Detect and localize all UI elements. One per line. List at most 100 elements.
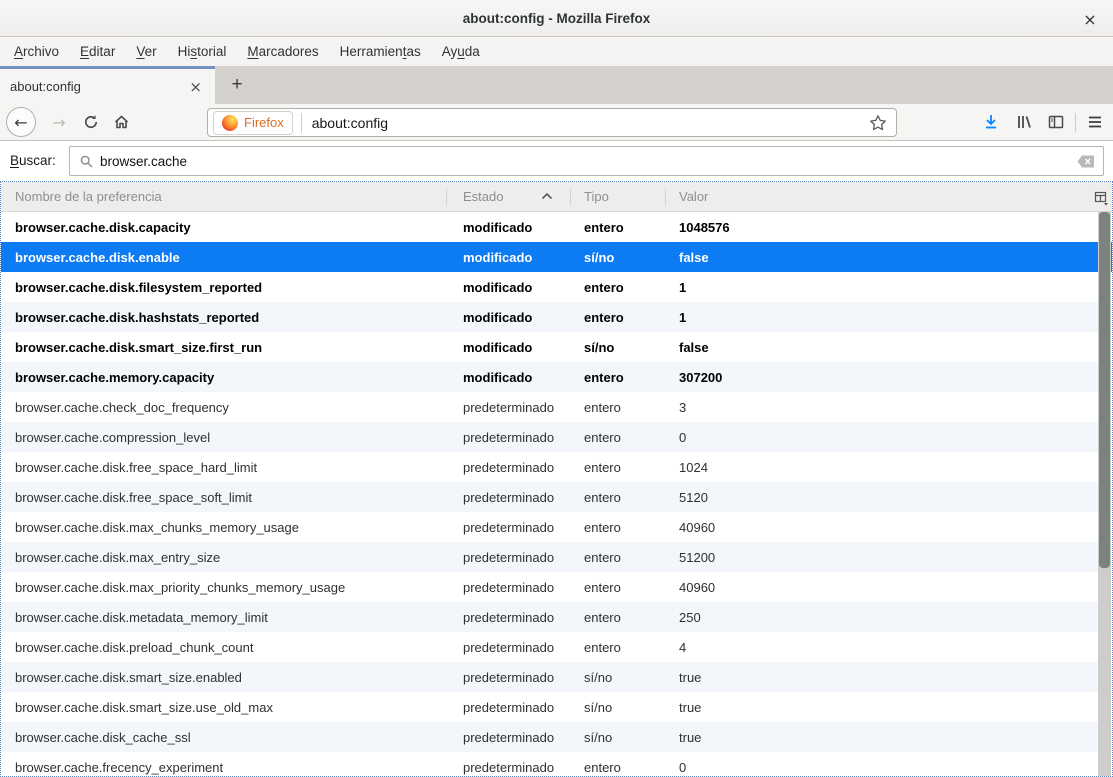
new-tab-button[interactable]: + <box>220 66 254 104</box>
pref-type: sí/no <box>570 340 665 355</box>
pref-row[interactable]: browser.cache.disk.capacity modificado e… <box>1 212 1112 242</box>
pref-row[interactable]: browser.cache.disk.filesystem_reported m… <box>1 272 1112 302</box>
pref-row[interactable]: browser.cache.disk.max_entry_size predet… <box>1 542 1112 572</box>
pref-value: 4 <box>665 640 1112 655</box>
pref-row[interactable]: browser.cache.disk.smart_size.first_run … <box>1 332 1112 362</box>
search-input[interactable] <box>100 154 1077 169</box>
pref-type: sí/no <box>570 700 665 715</box>
menu-historial[interactable]: Historial <box>178 44 227 59</box>
pref-value: 1 <box>665 280 1112 295</box>
pref-status: predeterminado <box>446 730 570 745</box>
back-icon: ← <box>14 113 27 132</box>
url-bar[interactable]: Firefox about:config <box>207 108 897 137</box>
pref-name: browser.cache.disk.filesystem_reported <box>1 280 446 295</box>
pref-value: true <box>665 670 1112 685</box>
pref-row[interactable]: browser.cache.frecency_experiment predet… <box>1 752 1112 777</box>
tab-bar: about:config × + <box>0 66 1113 104</box>
column-picker-icon <box>1094 191 1109 206</box>
menu-editar[interactable]: Editar <box>80 44 115 59</box>
pref-row[interactable]: browser.cache.compression_level predeter… <box>1 422 1112 452</box>
clear-input-icon[interactable] <box>1077 155 1095 168</box>
pref-row[interactable]: browser.cache.memory.capacity modificado… <box>1 362 1112 392</box>
pref-name: browser.cache.disk.max_chunks_memory_usa… <box>1 520 446 535</box>
pref-status: predeterminado <box>446 490 570 505</box>
config-search-row: Buscar: <box>0 141 1113 181</box>
pref-row[interactable]: browser.cache.disk.smart_size.enabled pr… <box>1 662 1112 692</box>
pref-row[interactable]: browser.cache.disk.hashstats_reported mo… <box>1 302 1112 332</box>
pref-name: browser.cache.disk_cache_ssl <box>1 730 446 745</box>
column-header-name[interactable]: Nombre de la preferencia <box>1 189 446 204</box>
pref-name: browser.cache.compression_level <box>1 430 446 445</box>
pref-name: browser.cache.memory.capacity <box>1 370 446 385</box>
app-menu-button[interactable] <box>1083 110 1107 134</box>
pref-name: browser.cache.disk.preload_chunk_count <box>1 640 446 655</box>
pref-status: predeterminado <box>446 610 570 625</box>
vertical-scrollbar[interactable] <box>1098 212 1111 777</box>
menu-archivo[interactable]: Archivo <box>14 44 59 59</box>
pref-table-body: browser.cache.disk.capacity modificado e… <box>1 212 1112 777</box>
pref-value: 40960 <box>665 580 1112 595</box>
window-close-button[interactable]: × <box>1079 8 1101 30</box>
menu-herramientas[interactable]: Herramientas <box>340 44 421 59</box>
pref-status: modificado <box>446 370 570 385</box>
tab-about-config[interactable]: about:config × <box>0 66 215 104</box>
url-divider <box>301 113 302 133</box>
pref-type: entero <box>570 280 665 295</box>
pref-name: browser.cache.disk.enable <box>1 250 446 265</box>
pref-row[interactable]: browser.cache.check_doc_frequency predet… <box>1 392 1112 422</box>
column-header-value[interactable]: Valor <box>665 189 1112 204</box>
pref-row[interactable]: browser.cache.disk.enable modificado sí/… <box>1 242 1112 272</box>
pref-value: 5120 <box>665 490 1112 505</box>
pref-status: predeterminado <box>446 760 570 775</box>
pref-type: sí/no <box>570 250 665 265</box>
pref-type: entero <box>570 580 665 595</box>
window-titlebar[interactable]: about:config - Mozilla Firefox × <box>0 0 1113 37</box>
pref-row[interactable]: browser.cache.disk_cache_ssl predetermin… <box>1 722 1112 752</box>
search-box[interactable] <box>69 146 1104 176</box>
toolbar-separator <box>1075 113 1076 132</box>
pref-row[interactable]: browser.cache.disk.preload_chunk_count p… <box>1 632 1112 662</box>
pref-type: sí/no <box>570 730 665 745</box>
pref-status: modificado <box>446 220 570 235</box>
pref-type: entero <box>570 400 665 415</box>
downloads-button[interactable] <box>979 110 1003 134</box>
navigation-toolbar: ← → Firefox about:config <box>0 104 1113 141</box>
pref-row[interactable]: browser.cache.disk.free_space_soft_limit… <box>1 482 1112 512</box>
home-button[interactable] <box>106 107 136 137</box>
pref-status: modificado <box>446 250 570 265</box>
hamburger-menu-icon <box>1086 113 1104 131</box>
pref-value: 51200 <box>665 550 1112 565</box>
back-button[interactable]: ← <box>6 107 36 137</box>
pref-type: entero <box>570 760 665 775</box>
pref-value: true <box>665 700 1112 715</box>
column-picker-button[interactable] <box>1092 189 1110 207</box>
pref-row[interactable]: browser.cache.disk.max_priority_chunks_m… <box>1 572 1112 602</box>
pref-row[interactable]: browser.cache.disk.smart_size.use_old_ma… <box>1 692 1112 722</box>
menu-ver[interactable]: Ver <box>136 44 156 59</box>
bookmark-star-button[interactable] <box>869 114 887 132</box>
menu-ayuda[interactable]: Ayuda <box>442 44 480 59</box>
pref-row[interactable]: browser.cache.disk.max_chunks_memory_usa… <box>1 512 1112 542</box>
pref-status: modificado <box>446 340 570 355</box>
tab-title: about:config <box>10 79 186 94</box>
header-divider <box>446 189 447 205</box>
pref-value: false <box>665 250 1112 265</box>
column-header-type[interactable]: Tipo <box>570 189 665 204</box>
pref-type: entero <box>570 520 665 535</box>
pref-row[interactable]: browser.cache.disk.free_space_hard_limit… <box>1 452 1112 482</box>
reload-button[interactable] <box>76 107 106 137</box>
firefox-window: about:config - Mozilla Firefox × Archivo… <box>0 0 1113 777</box>
pref-type: entero <box>570 310 665 325</box>
pref-value: 0 <box>665 760 1112 775</box>
scrollbar-thumb[interactable] <box>1099 212 1110 568</box>
menu-marcadores[interactable]: Marcadores <box>247 44 318 59</box>
sidebars-button[interactable] <box>1044 110 1068 134</box>
firefox-logo-icon <box>222 115 238 131</box>
site-identity-chip[interactable]: Firefox <box>213 111 293 135</box>
tab-close-icon[interactable]: × <box>186 78 205 96</box>
forward-button[interactable]: → <box>44 107 74 137</box>
pref-row[interactable]: browser.cache.disk.metadata_memory_limit… <box>1 602 1112 632</box>
search-label: Buscar: <box>10 153 56 168</box>
pref-status: predeterminado <box>446 640 570 655</box>
library-button[interactable] <box>1012 110 1036 134</box>
